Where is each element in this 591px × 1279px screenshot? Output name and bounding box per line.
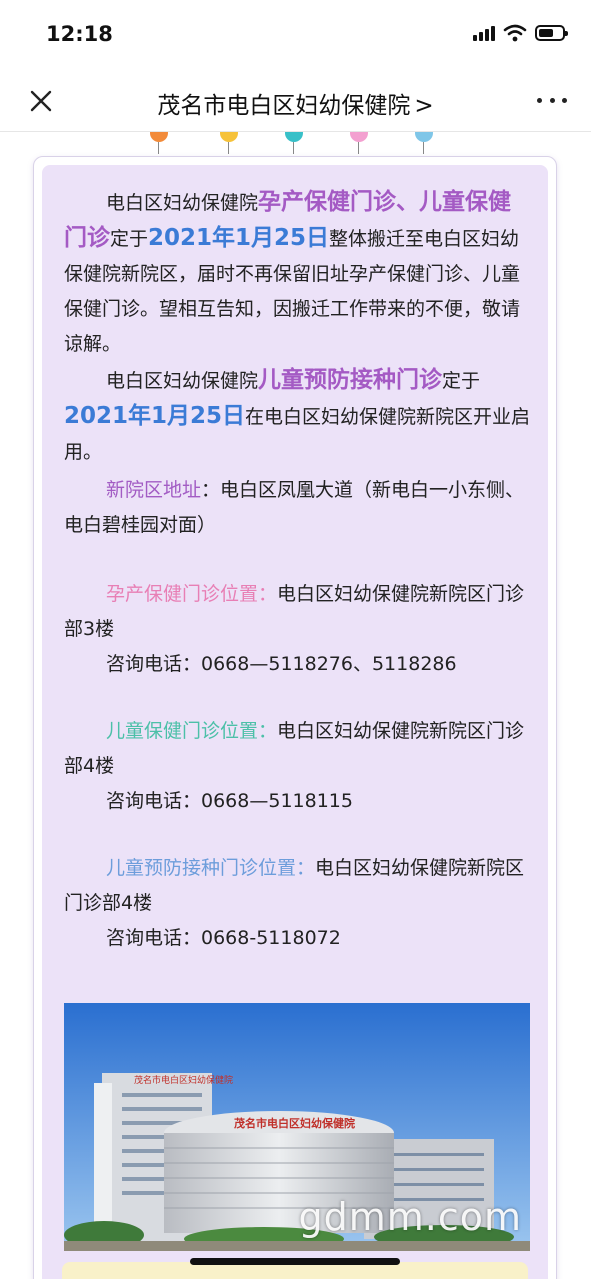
notice-card-body: 电白区妇幼保健院孕产保健门诊、儿童保健门诊定于2021年1月25日整体搬迁至电白…	[42, 165, 548, 1279]
chevron-right-icon: >	[414, 93, 434, 119]
battery-icon	[535, 25, 568, 41]
vaccine-label: 儿童预防接种门诊位置：	[106, 857, 316, 879]
signal-icon	[473, 25, 495, 41]
battery-level	[539, 29, 553, 37]
p2-date: 2021年1月25日	[64, 403, 246, 429]
wifi-icon	[503, 24, 527, 42]
p1-date: 2021年1月25日	[148, 225, 330, 251]
p1-mid: 定于	[110, 228, 149, 250]
maternal-label: 孕产保健门诊位置：	[106, 583, 278, 605]
vaccine-clinic-phone: 咨询电话：0668-5118072	[106, 927, 341, 949]
hospital-building-photo: 茂名市电白区妇幼保健院 茂名市电白区妇幼保健院 gdmm.com	[64, 1003, 530, 1251]
more-icon[interactable]	[537, 90, 567, 110]
status-icons	[473, 24, 568, 42]
building-sign-top: 茂名市电白区妇幼保健院	[134, 1074, 233, 1086]
p2-mid: 定于	[442, 370, 481, 392]
vaccine-clinic-location: 儿童预防接种门诊位置：电白区妇幼保健院新院区门诊部4楼	[64, 851, 532, 921]
status-time: 12:18	[46, 22, 113, 46]
page-title[interactable]: 茂名市电白区妇幼保健院 >	[0, 86, 591, 120]
child-clinic-phone: 咨询电话：0668—5118115	[106, 790, 353, 812]
child-clinic-location: 儿童保健门诊位置：电白区妇幼保健院新院区门诊部4楼	[64, 714, 532, 784]
notice-card: 电白区妇幼保健院孕产保健门诊、儿童保健门诊定于2021年1月25日整体搬迁至电白…	[33, 156, 557, 1279]
article-content: 电白区妇幼保健院孕产保健门诊、儿童保健门诊定于2021年1月25日整体搬迁至电白…	[0, 132, 591, 1279]
watermark: gdmm.com	[298, 1195, 522, 1239]
nav-bar: 茂名市电白区妇幼保健院 >	[0, 70, 591, 132]
status-bar: 12:18	[0, 0, 591, 70]
page-title-text: 茂名市电白区妇幼保健院	[157, 93, 411, 119]
notice-paragraph-2: 电白区妇幼保健院儿童预防接种门诊定于2021年1月25日在电白区妇幼保健院新院区…	[64, 363, 532, 470]
notice-paragraph-1: 电白区妇幼保健院孕产保健门诊、儿童保健门诊定于2021年1月25日整体搬迁至电白…	[64, 185, 532, 362]
new-campus-address: 新院区地址：电白区凤凰大道（新电白一小东侧、电白碧桂园对面）	[64, 473, 532, 543]
home-indicator[interactable]	[190, 1258, 400, 1265]
p2-prefix: 电白区妇幼保健院	[106, 370, 259, 392]
maternal-clinic-location: 孕产保健门诊位置：电白区妇幼保健院新院区门诊部3楼	[64, 577, 532, 647]
address-label: 新院区地址	[106, 479, 202, 501]
child-label: 儿童保健门诊位置：	[106, 720, 278, 742]
maternal-clinic-phone: 咨询电话：0668—5118276、5118286	[106, 653, 457, 675]
p1-prefix: 电白区妇幼保健院	[106, 192, 259, 214]
p2-highlight: 儿童预防接种门诊	[258, 367, 443, 393]
building-sign-front: 茂名市电白区妇幼保健院	[234, 1116, 355, 1130]
balloon-decoration	[140, 132, 450, 158]
